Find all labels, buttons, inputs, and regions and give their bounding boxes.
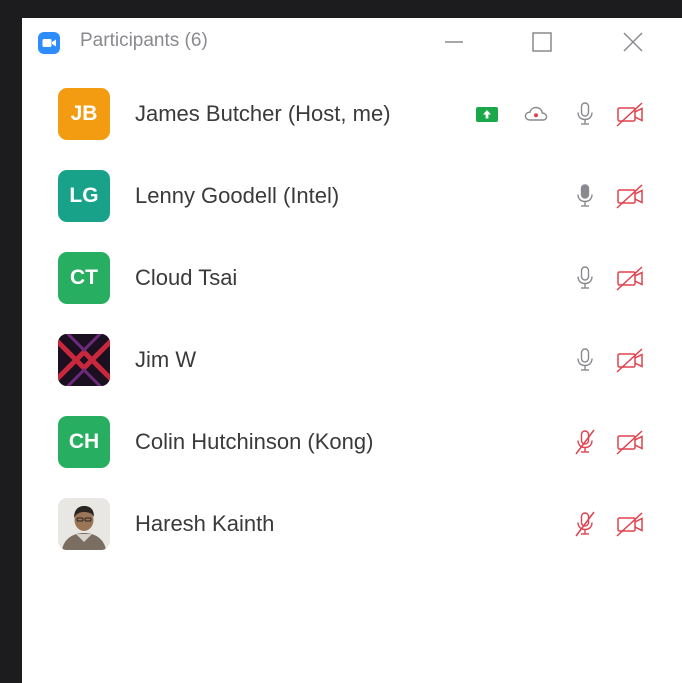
participant-row[interactable]: JB James Butcher (Host, me) bbox=[22, 73, 682, 155]
video-off-icon[interactable] bbox=[615, 181, 645, 211]
video-off-icon[interactable] bbox=[615, 345, 645, 375]
title-bar[interactable]: Participants (6) bbox=[22, 18, 682, 68]
avatar-initials: CT bbox=[70, 266, 98, 289]
maximize-icon bbox=[532, 32, 552, 52]
participant-row[interactable]: Haresh Kainth bbox=[22, 483, 682, 565]
participant-name: Cloud Tsai bbox=[135, 265, 238, 290]
minimize-icon bbox=[445, 41, 463, 43]
minimize-button[interactable] bbox=[439, 27, 469, 57]
microphone-muted-icon[interactable] bbox=[570, 509, 600, 539]
close-button[interactable] bbox=[618, 27, 648, 57]
participant-name: Lenny Goodell (Intel) bbox=[135, 183, 340, 208]
avatar-initials: LG bbox=[69, 184, 99, 207]
participant-row[interactable]: CH Colin Hutchinson (Kong) bbox=[22, 401, 682, 483]
screen-share-icon[interactable] bbox=[472, 99, 502, 129]
microphone-icon[interactable] bbox=[570, 263, 600, 293]
screen-background: Participants (6) JB James Butcher (Host,… bbox=[0, 0, 682, 683]
close-icon bbox=[623, 32, 643, 52]
participants-window: Participants (6) JB James Butcher (Host,… bbox=[22, 18, 682, 683]
video-off-icon[interactable] bbox=[615, 427, 645, 457]
avatar bbox=[58, 334, 110, 386]
microphone-muted-icon[interactable] bbox=[570, 427, 600, 457]
participant-row[interactable]: LG Lenny Goodell (Intel) bbox=[22, 155, 682, 237]
video-off-icon[interactable] bbox=[615, 509, 645, 539]
avatar-initials: CH bbox=[68, 430, 100, 453]
microphone-active-icon[interactable] bbox=[570, 181, 600, 211]
video-off-icon[interactable] bbox=[615, 263, 645, 293]
participant-row[interactable]: CT Cloud Tsai bbox=[22, 237, 682, 319]
participant-name: James Butcher (Host, me) bbox=[135, 101, 391, 126]
participant-row[interactable]: Jim W bbox=[22, 319, 682, 401]
avatar: LG bbox=[58, 170, 110, 222]
maximize-button[interactable] bbox=[527, 27, 557, 57]
participant-name: Jim W bbox=[135, 347, 197, 372]
participant-name: Colin Hutchinson (Kong) bbox=[135, 429, 374, 454]
microphone-icon[interactable] bbox=[570, 99, 600, 129]
video-off-icon[interactable] bbox=[615, 99, 645, 129]
zoom-app-icon bbox=[38, 32, 60, 54]
avatar: CT bbox=[58, 252, 110, 304]
avatar-initials: JB bbox=[70, 102, 98, 125]
cloud-recording-icon bbox=[524, 106, 548, 121]
profile-photo-icon bbox=[58, 498, 110, 550]
participant-name: Haresh Kainth bbox=[135, 511, 275, 536]
avatar bbox=[58, 498, 110, 550]
window-title: Participants (6) bbox=[80, 30, 208, 51]
avatar: JB bbox=[58, 88, 110, 140]
avatar: CH bbox=[58, 416, 110, 468]
pattern-avatar-icon bbox=[58, 334, 110, 386]
microphone-icon[interactable] bbox=[570, 345, 600, 375]
